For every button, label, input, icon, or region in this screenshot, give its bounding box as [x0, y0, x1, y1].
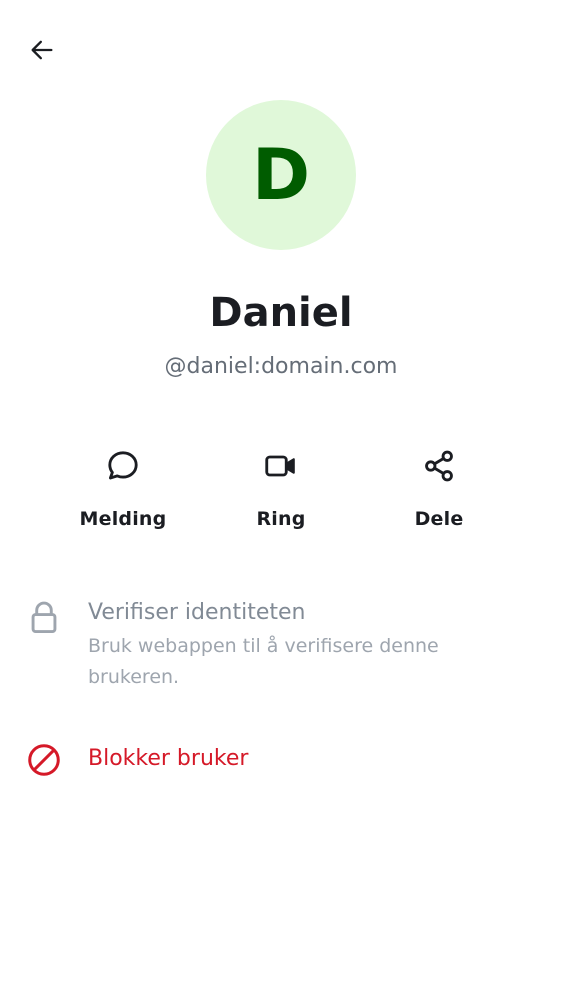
block-icon — [22, 738, 66, 782]
avatar[interactable]: D — [206, 100, 356, 250]
arrow-left-icon — [31, 40, 53, 60]
block-user-item[interactable]: Blokker bruker — [0, 736, 562, 784]
share-label: Dele — [414, 508, 464, 530]
verify-identity-item: Verifiser identiteten Bruk webappen til … — [0, 595, 562, 695]
display-name: Daniel — [209, 290, 353, 336]
message-button[interactable]: Melding — [53, 440, 193, 550]
verify-title: Verifiser identiteten — [88, 600, 306, 625]
avatar-initial: D — [251, 134, 311, 216]
user-id: @daniel:domain.com — [164, 354, 398, 379]
share-icon — [419, 446, 459, 486]
call-label: Ring — [256, 508, 306, 530]
block-user-label: Blokker bruker — [88, 746, 249, 771]
back-button[interactable] — [20, 28, 64, 72]
call-button[interactable]: Ring — [211, 440, 351, 550]
chat-bubble-icon — [103, 446, 143, 486]
video-camera-icon — [261, 446, 301, 486]
lock-icon — [22, 595, 66, 639]
share-button[interactable]: Dele — [369, 440, 509, 550]
verify-description: Bruk webappen til å verifisere denne bru… — [88, 635, 439, 688]
message-label: Melding — [79, 508, 167, 530]
